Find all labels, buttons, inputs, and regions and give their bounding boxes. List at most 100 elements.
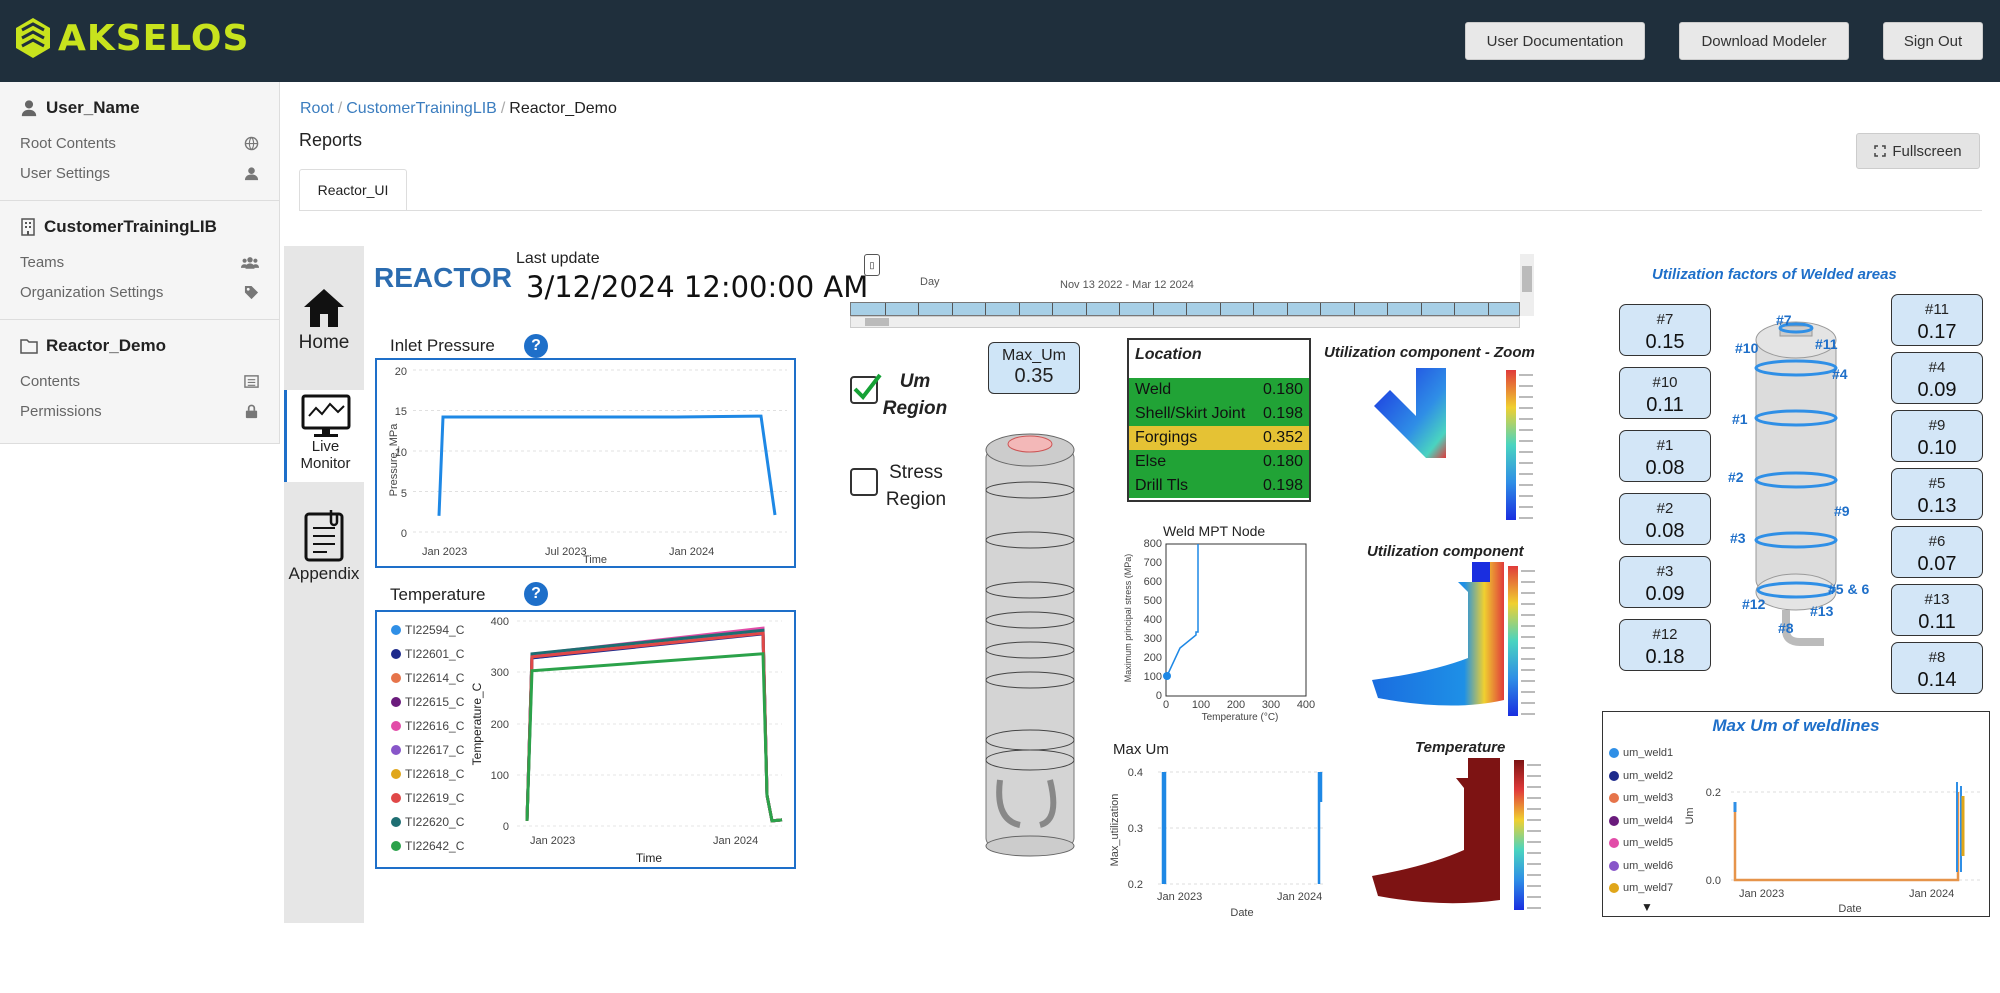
colorbar-tick (1519, 451, 1533, 453)
util-factor-box[interactable]: #7 0.15 (1619, 304, 1711, 356)
sidebar-item-root-contents[interactable]: Root Contents (20, 128, 259, 158)
nav-home-button[interactable]: Home (284, 286, 364, 376)
util-zoom-colorbar (1506, 370, 1546, 526)
sidebar-item-user-settings[interactable]: User Settings (20, 158, 259, 188)
globe-icon (244, 136, 259, 150)
fullscreen-button[interactable]: Fullscreen (1856, 133, 1980, 169)
slicer-tick (1487, 303, 1489, 315)
util-factor-box[interactable]: #9 0.10 (1891, 410, 1983, 462)
location-row[interactable]: Forgings 0.352 (1129, 426, 1309, 450)
legend-scroll-down-icon[interactable]: ▼ (1641, 900, 1653, 914)
x-axis-label: Temperature (°C) (1202, 712, 1279, 723)
weld-mpt-point (1163, 672, 1171, 680)
tab-divider (299, 210, 1982, 211)
sidebar-item-teams[interactable]: Teams (20, 247, 259, 277)
reactor-vessel-3d-view[interactable] (970, 420, 1090, 860)
expand-icon (1874, 145, 1887, 157)
temperature-series-line (525, 626, 783, 823)
slicer-type-icon[interactable]: ▯ (864, 254, 880, 276)
util-factor-value: 0.10 (1917, 437, 1957, 459)
temperature-help-icon[interactable]: ? (524, 582, 548, 606)
scrollbar-thumb[interactable] (865, 318, 889, 326)
weld-chart-title: Weld MPT Node (1163, 523, 1266, 539)
colorbar-tick (1519, 506, 1533, 508)
um-region-label-2: Region (882, 398, 948, 419)
nav-appendix-button[interactable]: Appendix (284, 508, 364, 598)
colorbar-tick (1519, 517, 1533, 519)
colorbar-tick (1519, 462, 1533, 464)
util-component-render[interactable] (1372, 562, 1504, 712)
util-factor-box[interactable]: #5 0.13 (1891, 468, 1983, 520)
util-zoom-title: Utilization component - Zoom (1324, 344, 1535, 361)
weldlines-chart: 0.2 0.0 Um Jan 2023 Jan 2024 Date (1684, 782, 1983, 915)
util-factor-box[interactable]: #13 0.11 (1891, 584, 1983, 636)
tick-label: 100 (1144, 671, 1162, 683)
location-row[interactable]: Shell/Skirt Joint 0.198 (1129, 402, 1309, 426)
util-factor-box[interactable]: #12 0.18 (1619, 619, 1711, 671)
akselos-logo[interactable]: AKSELOS (14, 16, 249, 60)
scrollbar-thumb[interactable] (1522, 266, 1532, 292)
colorbar-tick (1521, 570, 1535, 572)
um-region-checkbox[interactable] (850, 373, 882, 404)
colorbar-tick (1527, 830, 1541, 832)
tick-label: 200 (1227, 699, 1245, 711)
sidebar-item-contents[interactable]: Contents (20, 366, 259, 396)
location-row[interactable]: Drill Tls 0.198 (1129, 474, 1309, 498)
util-factor-id: #2 (1656, 500, 1674, 517)
location-row[interactable]: Else 0.180 (1129, 450, 1309, 474)
util-factor-value: 0.15 (1645, 331, 1685, 353)
slicer-tick (1018, 303, 1020, 315)
slicer-scrollbar[interactable] (850, 316, 1520, 328)
sign-out-button[interactable]: Sign Out (1883, 22, 1983, 60)
location-row[interactable]: Weld 0.180 (1129, 378, 1309, 402)
download-modeler-button[interactable]: Download Modeler (1679, 22, 1849, 60)
colorbar-tick (1521, 680, 1535, 682)
location-value: 0.180 (1262, 453, 1303, 470)
util-factor-value: 0.17 (1917, 321, 1957, 343)
nav-live-monitor-button[interactable]: Live Monitor (284, 390, 364, 482)
sidebar-item-org-settings[interactable]: Organization Settings (20, 277, 259, 307)
util-factor-box[interactable]: #3 0.09 (1619, 556, 1711, 608)
slicer-tick (884, 303, 886, 315)
slicer-tick (1253, 303, 1254, 315)
stress-region-checkbox[interactable] (850, 468, 878, 496)
util-factor-box[interactable]: #11 0.17 (1891, 294, 1983, 346)
breadcrumb-root[interactable]: Root (300, 100, 334, 117)
tick-label: 200 (491, 719, 509, 731)
util-factor-box[interactable]: #8 0.14 (1891, 642, 1983, 694)
util-factor-box[interactable]: #6 0.07 (1891, 526, 1983, 578)
sidebar-project-header[interactable]: Reactor_Demo (20, 336, 259, 356)
util-zoom-render[interactable] (1370, 366, 1460, 460)
sidebar-item-label: User Settings (20, 164, 111, 182)
sidebar-item-permissions[interactable]: Permissions (20, 396, 259, 426)
util-factor-id: #7 (1656, 311, 1674, 328)
colorbar-tick (1527, 852, 1541, 854)
inlet-help-icon[interactable]: ? (524, 334, 548, 358)
weld-area-label: #12 (1742, 596, 1766, 612)
temperature-chart: Jan 2023 Jan 2024 400 300 200 100 0 Time… (470, 616, 783, 865)
date-slicer-timeline[interactable] (850, 302, 1520, 316)
util-factor-box[interactable]: #4 0.09 (1891, 352, 1983, 404)
slicer-vertical-scrollbar[interactable] (1520, 254, 1534, 316)
max-um-chart: 0.4 0.3 0.2 Max_utilization Jan 2023 Jan… (1109, 767, 1325, 919)
util-factor-id: #11 (1925, 301, 1949, 318)
temperature-render-title: Temperature (1415, 739, 1506, 756)
building-icon (21, 218, 35, 236)
max-um-chart-title: Max Um (1113, 741, 1169, 758)
sidebar-org-header[interactable]: CustomerTrainingLIB (20, 217, 259, 237)
breadcrumb-library[interactable]: CustomerTrainingLIB (346, 100, 497, 117)
sidebar-project-section: Reactor_Demo Contents Permissions (0, 320, 279, 438)
plot-frame (1165, 543, 1307, 697)
util-factor-box[interactable]: #1 0.08 (1619, 430, 1711, 482)
user-documentation-button[interactable]: User Documentation (1465, 22, 1645, 60)
util-factor-box[interactable]: #2 0.08 (1619, 493, 1711, 545)
util-factor-box[interactable]: #10 0.11 (1619, 367, 1711, 419)
slicer-granularity[interactable]: Day (920, 276, 940, 288)
temperature-render[interactable] (1372, 758, 1502, 906)
sidebar-item-label: Permissions (20, 402, 102, 420)
slicer-tick (1085, 303, 1087, 315)
location-name: Else (1135, 453, 1167, 470)
sidebar-user-header[interactable]: User_Name (20, 98, 259, 118)
tab-reactor-ui[interactable]: Reactor_UI (299, 169, 407, 210)
top-bar: AKSELOS User Documentation Download Mode… (0, 0, 2000, 82)
